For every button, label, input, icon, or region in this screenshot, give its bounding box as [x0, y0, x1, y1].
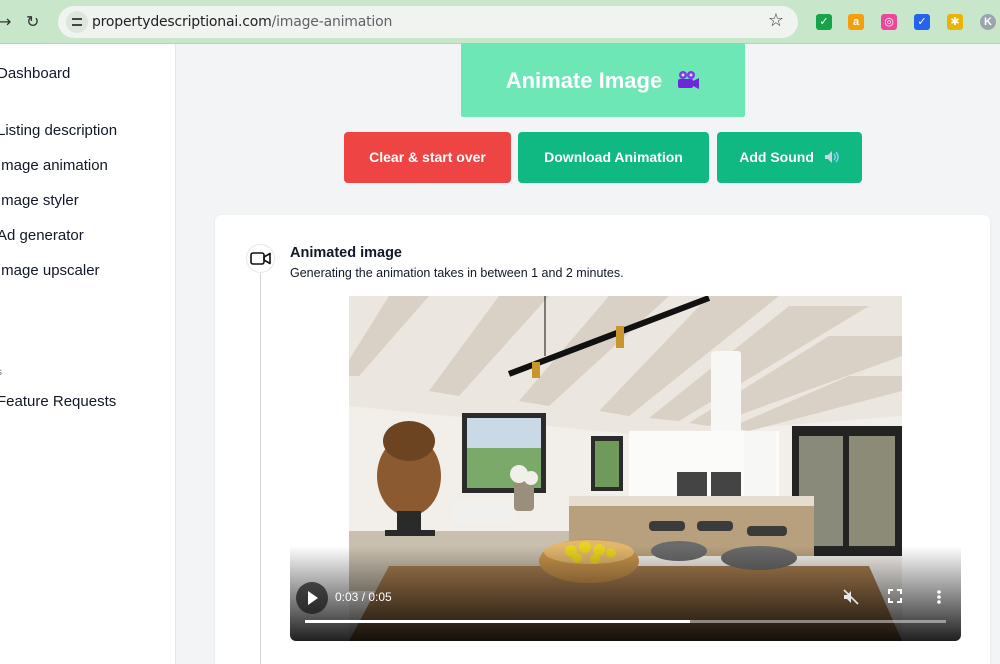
video-time: 0:03 / 0:05 — [335, 590, 392, 604]
sidebar-group-label: s — [0, 367, 2, 378]
sidebar-item-dashboard[interactable]: Dashboard — [0, 65, 70, 82]
video-player[interactable]: 0:03 / 0:05 — [290, 296, 961, 641]
fullscreen-icon[interactable] — [887, 588, 903, 604]
clear-start-over-button[interactable]: Clear & start over — [344, 132, 511, 183]
site-settings-icon[interactable] — [66, 11, 88, 33]
browser-toolbar: → ↻ propertydescriptionai.com/image-anim… — [0, 0, 1000, 44]
amazon-extension-icon[interactable]: a — [848, 14, 864, 30]
timeline-line — [260, 272, 261, 664]
puzzle-extension-icon[interactable]: ✱ — [947, 14, 963, 30]
play-icon[interactable] — [296, 582, 328, 614]
result-subtitle: Generating the animation takes in betwee… — [290, 266, 624, 280]
profile-avatar-icon[interactable]: K — [980, 14, 996, 30]
sidebar-item-image-upscaler[interactable]: Image upscaler — [0, 262, 100, 279]
step-marker — [246, 244, 275, 273]
add-sound-button[interactable]: Add Sound — [717, 132, 862, 183]
sidebar-item-feature-requests[interactable]: Feature Requests — [0, 393, 116, 410]
url-text[interactable]: propertydescriptionai.com/image-animatio… — [92, 14, 392, 30]
video-camera-icon — [250, 252, 271, 265]
blue-check-extension-icon[interactable]: ✓ — [914, 14, 930, 30]
animate-image-button[interactable]: Animate Image — [461, 43, 745, 117]
sidebar-item-listing-description[interactable]: Listing description — [0, 122, 117, 139]
sidebar: Dashboard Listing description Image anim… — [0, 44, 176, 664]
result-title: Animated image — [290, 245, 402, 261]
green-check-extension-icon[interactable]: ✓ — [816, 14, 832, 30]
sidebar-item-image-styler[interactable]: Image styler — [0, 192, 79, 209]
sidebar-item-ad-generator[interactable]: Ad generator — [0, 227, 84, 244]
speaker-icon — [824, 150, 839, 163]
movie-camera-icon — [678, 71, 700, 90]
video-progress-bar[interactable] — [305, 620, 946, 623]
camera-extension-icon[interactable]: ◎ — [881, 14, 897, 30]
address-bar[interactable]: propertydescriptionai.com/image-animatio… — [58, 6, 798, 38]
muted-speaker-icon[interactable] — [842, 588, 860, 606]
forward-arrow-icon[interactable]: → — [0, 12, 11, 31]
add-sound-label: Add Sound — [739, 149, 814, 165]
reload-icon[interactable]: ↻ — [26, 12, 39, 31]
sidebar-item-image-animation[interactable]: Image animation — [0, 157, 108, 174]
bookmark-star-icon[interactable]: ☆ — [768, 10, 784, 31]
more-vertical-icon[interactable] — [932, 588, 946, 606]
animate-image-label: Animate Image — [505, 68, 663, 93]
download-animation-button[interactable]: Download Animation — [518, 132, 709, 183]
video-progress-fill — [305, 620, 690, 623]
